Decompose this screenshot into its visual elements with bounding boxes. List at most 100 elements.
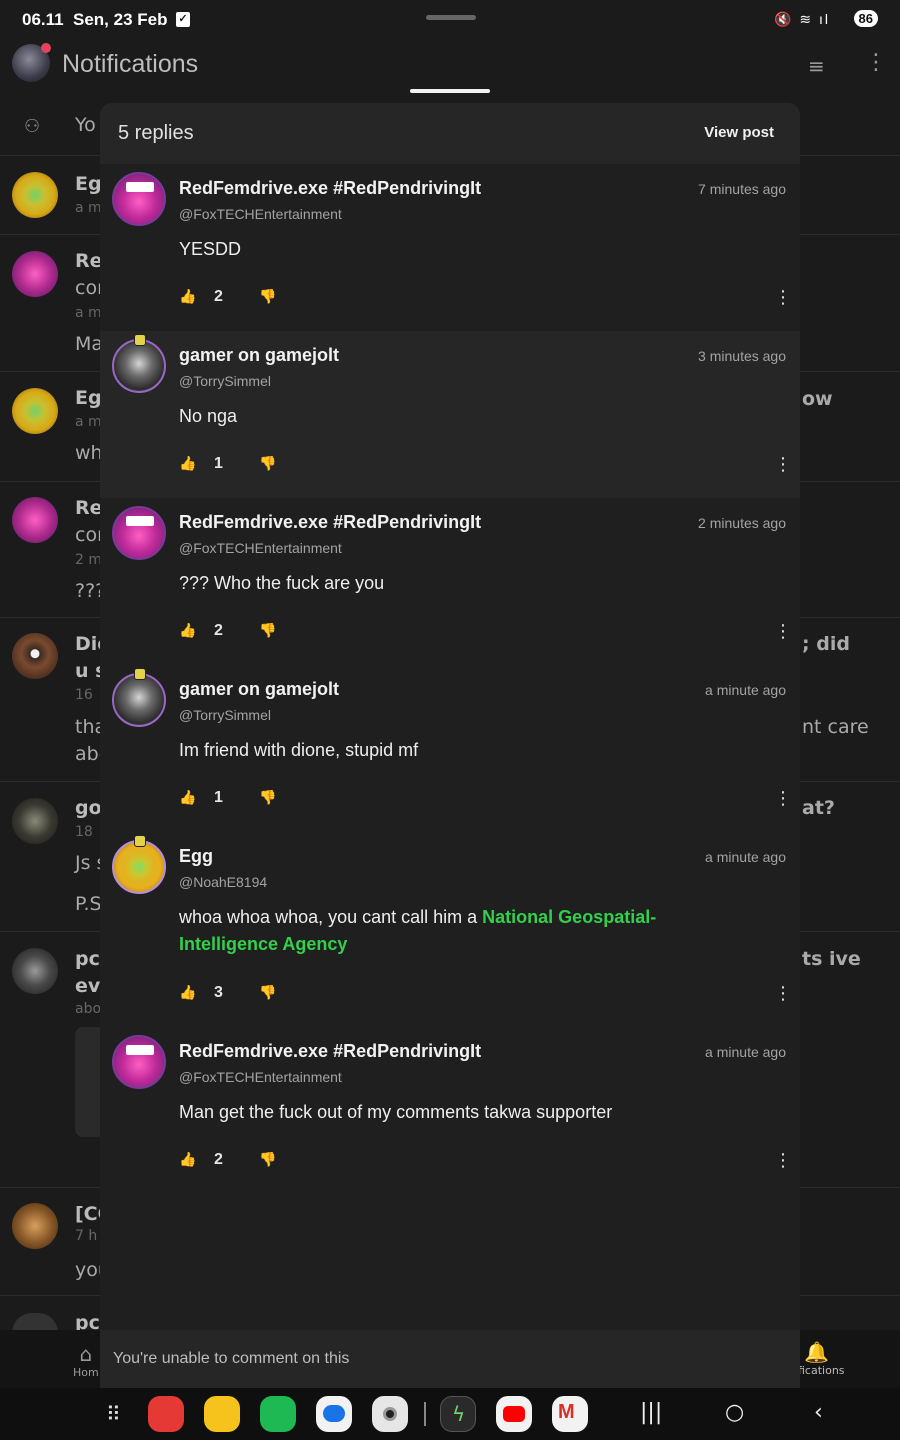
avatar[interactable] (112, 1035, 166, 1089)
list-item-text: at? (802, 797, 835, 819)
comment-text: No nga (179, 406, 238, 426)
list-item-time: 7 h (75, 1228, 98, 1244)
youtube-app-icon[interactable] (496, 1396, 532, 1432)
view-post-button[interactable]: View post (704, 124, 774, 141)
avatar (12, 798, 58, 844)
comment-author[interactable]: Egg (179, 846, 213, 867)
more-options-icon[interactable]: ⋮ (774, 790, 792, 808)
avatar[interactable] (112, 339, 166, 393)
nav-home-label: Hom (73, 1366, 99, 1379)
avatar[interactable] (112, 506, 166, 560)
nav-notifications[interactable]: 🔔 fications (798, 1340, 845, 1377)
thumbs-up-icon[interactable]: 👍 (179, 623, 196, 639)
thumbs-down-icon[interactable]: 👎 (259, 456, 276, 472)
list-item-time: 18 (75, 824, 93, 840)
thumbs-down-icon[interactable]: 👎 (259, 623, 276, 639)
nav-home[interactable]: ⌂ Hom (73, 1342, 99, 1379)
thumbs-up-icon[interactable]: 👍 (179, 985, 196, 1001)
messages-app-icon[interactable] (316, 1396, 352, 1432)
comment-handle[interactable]: @FoxTECHEntertainment (179, 540, 342, 556)
drag-handle[interactable] (426, 15, 476, 20)
comment: RedFemdrive.exe #RedPendrivingIt @FoxTEC… (100, 498, 800, 665)
list-item-text: Ma (75, 333, 104, 355)
thumbs-up-icon[interactable]: 👍 (179, 456, 196, 472)
chat-bubble-icon (323, 1405, 345, 1422)
avatar (12, 1203, 58, 1249)
comment-author[interactable]: RedFemdrive.exe #RedPendrivingIt (179, 178, 481, 199)
comment-handle[interactable]: @NoahE8194 (179, 874, 267, 890)
avatar (12, 251, 58, 297)
reply-count: 5 replies (118, 122, 194, 144)
avatar[interactable] (112, 673, 166, 727)
like-count: 3 (214, 984, 223, 1001)
avatar[interactable] (112, 840, 166, 894)
comment-author[interactable]: RedFemdrive.exe #RedPendrivingIt (179, 1041, 481, 1062)
list-item-title: go (75, 797, 102, 819)
list-item-text: nt care (802, 716, 869, 738)
app-drawer-icon[interactable]: ⠿ (106, 1404, 128, 1426)
like-count: 2 (214, 288, 223, 305)
avatar-detail (126, 516, 154, 526)
camera-app-icon[interactable] (372, 1396, 408, 1432)
more-options-icon[interactable]: ⋮ (774, 456, 792, 474)
comment-handle[interactable]: @FoxTECHEntertainment (179, 206, 342, 222)
comment-time: 7 minutes ago (698, 181, 786, 197)
comment-disabled-bar: You're unable to comment on this (100, 1330, 800, 1388)
status-date: Sen, 23 Feb (73, 10, 168, 29)
thumbs-down-icon[interactable]: 👎 (259, 985, 276, 1001)
thumbs-down-icon[interactable]: 👎 (259, 1152, 276, 1168)
comment-handle[interactable]: @TorrySimmel (179, 707, 271, 723)
notification-check-icon: ✓ (176, 12, 190, 27)
list-item-title: pc (75, 948, 100, 970)
phone-app-icon[interactable] (260, 1396, 296, 1432)
avatar-detail (126, 182, 154, 192)
dock-divider (424, 1402, 426, 1426)
notes-app-icon[interactable] (148, 1396, 184, 1432)
thumbs-up-icon[interactable]: 👍 (179, 289, 196, 305)
more-options-icon[interactable]: ⋮ (774, 985, 792, 1003)
sheet-header: 5 replies View post (100, 103, 800, 164)
files-app-icon[interactable] (204, 1396, 240, 1432)
replies-sheet: 5 replies View post RedFemdrive.exe #Red… (100, 103, 800, 1388)
status-bar: 06.11 Sen, 23 Feb ✓ 🔇 ≋ ıl 86 (0, 0, 900, 40)
like-count: 2 (214, 622, 223, 639)
thumbs-up-icon[interactable]: 👍 (179, 1152, 196, 1168)
recents-button[interactable]: ||| (640, 1400, 662, 1425)
more-options-icon[interactable]: ⋮ (774, 289, 792, 307)
comment-disabled-text: You're unable to comment on this (113, 1350, 350, 1367)
filter-icon[interactable]: ≡ (808, 54, 834, 78)
back-button[interactable]: ‹ (814, 1400, 823, 1425)
bolt-app-icon[interactable]: ϟ (440, 1396, 476, 1432)
comment-author[interactable]: gamer on gamejolt (179, 679, 339, 700)
comment-time: 2 minutes ago (698, 515, 786, 531)
sheet-drag-handle[interactable] (410, 89, 490, 93)
more-options-icon[interactable]: ⋮ (774, 1152, 792, 1170)
avatar (12, 172, 58, 218)
battery-level: 86 (853, 10, 878, 27)
list-item-text: ow (802, 388, 833, 410)
like-count: 1 (214, 455, 223, 472)
comment-author[interactable]: gamer on gamejolt (179, 345, 339, 366)
thumbs-down-icon[interactable]: 👎 (259, 790, 276, 806)
avatar (12, 497, 58, 543)
comment-handle[interactable]: @TorrySimmel (179, 373, 271, 389)
comment-handle[interactable]: @FoxTECHEntertainment (179, 1069, 342, 1085)
thumbs-down-icon[interactable]: 👎 (259, 289, 276, 305)
comment-text: Man get the fuck out of my comments takw… (179, 1102, 613, 1122)
thumbs-up-icon[interactable]: 👍 (179, 790, 196, 806)
gmail-app-icon[interactable]: M (552, 1396, 588, 1432)
list-item-text: Yo (75, 114, 96, 136)
avatar[interactable] (112, 172, 166, 226)
comment-time: a minute ago (705, 849, 786, 865)
more-options-icon[interactable]: ⋮ (774, 623, 792, 641)
comment-author[interactable]: RedFemdrive.exe #RedPendrivingIt (179, 512, 481, 533)
comment: gamer on gamejolt @TorrySimmel 3 minutes… (100, 331, 800, 498)
comment-time: a minute ago (705, 682, 786, 698)
app-header: Notifications ≡ ⋮ (0, 40, 900, 92)
comment: RedFemdrive.exe #RedPendrivingIt @FoxTEC… (100, 164, 800, 331)
list-item-time: a m (75, 200, 102, 216)
more-vertical-icon[interactable]: ⋮ (865, 50, 887, 78)
comment-text: whoa whoa whoa, you cant call him a Nati… (179, 904, 739, 958)
comment: gamer on gamejolt @TorrySimmel a minute … (100, 665, 800, 832)
home-button[interactable]: ○ (725, 1400, 744, 1425)
